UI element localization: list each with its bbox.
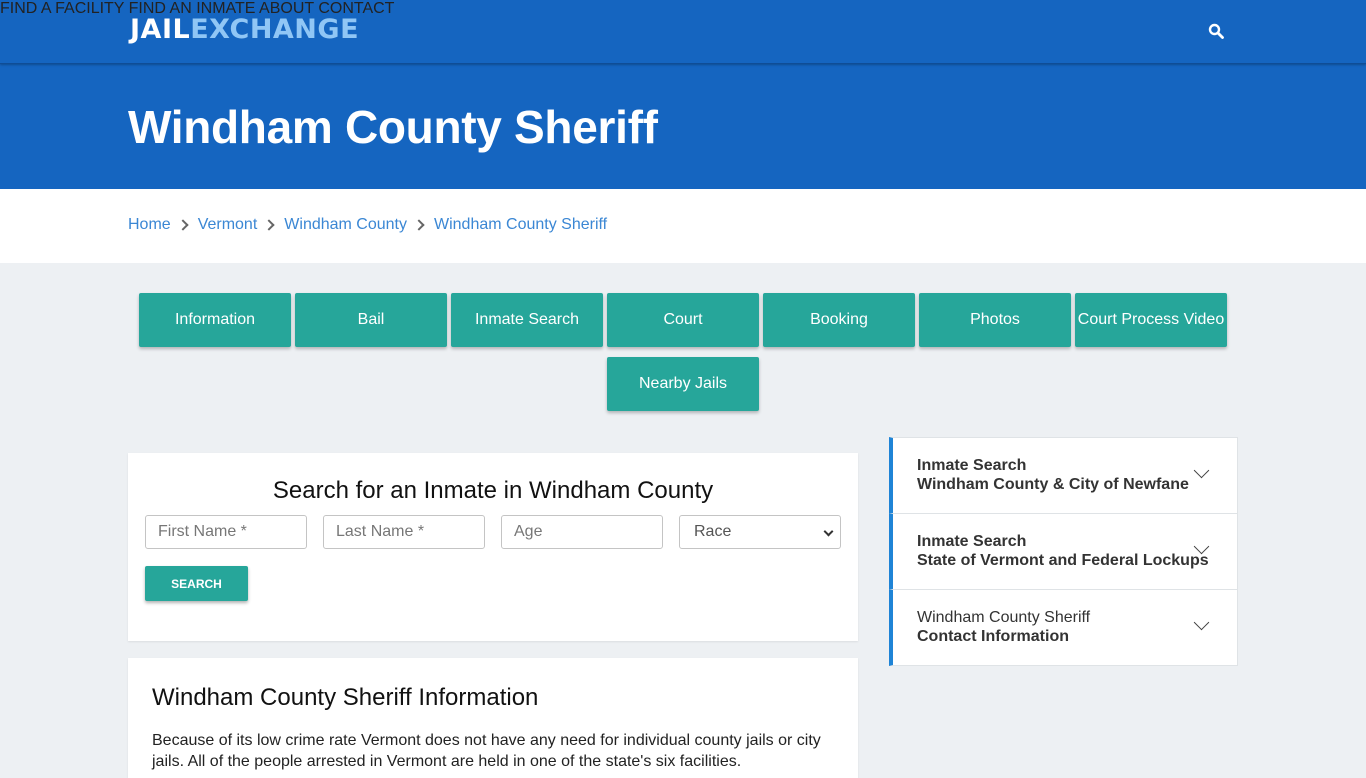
logo-exchange-text: EXCHANGE	[190, 14, 360, 45]
accordion-contact-information[interactable]: Windham County Sheriff Contact Informati…	[889, 589, 1238, 666]
race-select-value: Race	[694, 523, 732, 540]
top-navbar: JAILEXCHANGE FIND A FACILITY FIND AN INM…	[0, 0, 1366, 64]
chevron-down-icon	[823, 526, 834, 537]
info-card: Windham County Sheriff Information Becau…	[128, 658, 858, 778]
chevron-right-icon	[413, 219, 425, 231]
tab-information[interactable]: Information	[139, 293, 291, 347]
tab-court-process-video[interactable]: Court Process Video	[1075, 293, 1227, 347]
chevron-right-icon	[177, 219, 189, 231]
tab-photos[interactable]: Photos	[919, 293, 1071, 347]
accordion-line2: State of Vermont and Federal Lockups	[917, 552, 1209, 569]
race-select[interactable]: Race	[679, 515, 841, 549]
nav-find-facility[interactable]: FIND A FACILITY	[0, 0, 124, 17]
accordion-line2: Contact Information	[917, 628, 1069, 645]
tab-bail[interactable]: Bail	[295, 293, 447, 347]
search-button[interactable]: SEARCH	[145, 566, 248, 601]
inmate-search-card: Search for an Inmate in Windham County R…	[128, 453, 858, 641]
accordion-line1: Inmate Search	[917, 533, 1027, 550]
accordion-inmate-search-county[interactable]: Inmate Search Windham County & City of N…	[889, 437, 1238, 514]
tab-court[interactable]: Court	[607, 293, 759, 347]
breadcrumb-windham-county[interactable]: Windham County	[284, 216, 407, 234]
site-logo[interactable]: JAILEXCHANGE	[130, 14, 359, 45]
tab-inmate-search[interactable]: Inmate Search	[451, 293, 603, 347]
chevron-down-icon	[1193, 614, 1210, 631]
accordion-line1: Inmate Search	[917, 457, 1027, 474]
first-name-input[interactable]	[145, 515, 307, 549]
chevron-down-icon	[1193, 462, 1210, 479]
breadcrumb-home[interactable]: Home	[128, 216, 171, 234]
breadcrumb-vermont[interactable]: Vermont	[198, 216, 258, 234]
accordion-inmate-search-state[interactable]: Inmate Search State of Vermont and Feder…	[889, 513, 1238, 590]
age-input[interactable]	[501, 515, 663, 549]
tab-booking[interactable]: Booking	[763, 293, 915, 347]
accordion-line2: Windham County & City of Newfane	[917, 476, 1189, 493]
tab-nearby-jails[interactable]: Nearby Jails	[607, 357, 759, 411]
chevron-right-icon	[263, 219, 275, 231]
search-icon[interactable]	[1208, 23, 1224, 39]
info-title: Windham County Sheriff Information	[152, 684, 539, 711]
page-title: Windham County Sheriff	[128, 101, 658, 153]
last-name-input[interactable]	[323, 515, 485, 549]
info-text: Because of its low crime rate Vermont do…	[152, 732, 821, 770]
hero-banner: Windham County Sheriff	[0, 64, 1366, 189]
accordion-line1: Windham County Sheriff	[917, 609, 1091, 626]
breadcrumb: Home Vermont Windham County Windham Coun…	[128, 216, 607, 234]
search-card-title: Search for an Inmate in Windham County	[272, 477, 714, 504]
breadcrumb-bar: Home Vermont Windham County Windham Coun…	[0, 189, 1366, 263]
breadcrumb-windham-county-sheriff[interactable]: Windham County Sheriff	[434, 216, 607, 234]
logo-jail-text: JAIL	[130, 14, 191, 45]
